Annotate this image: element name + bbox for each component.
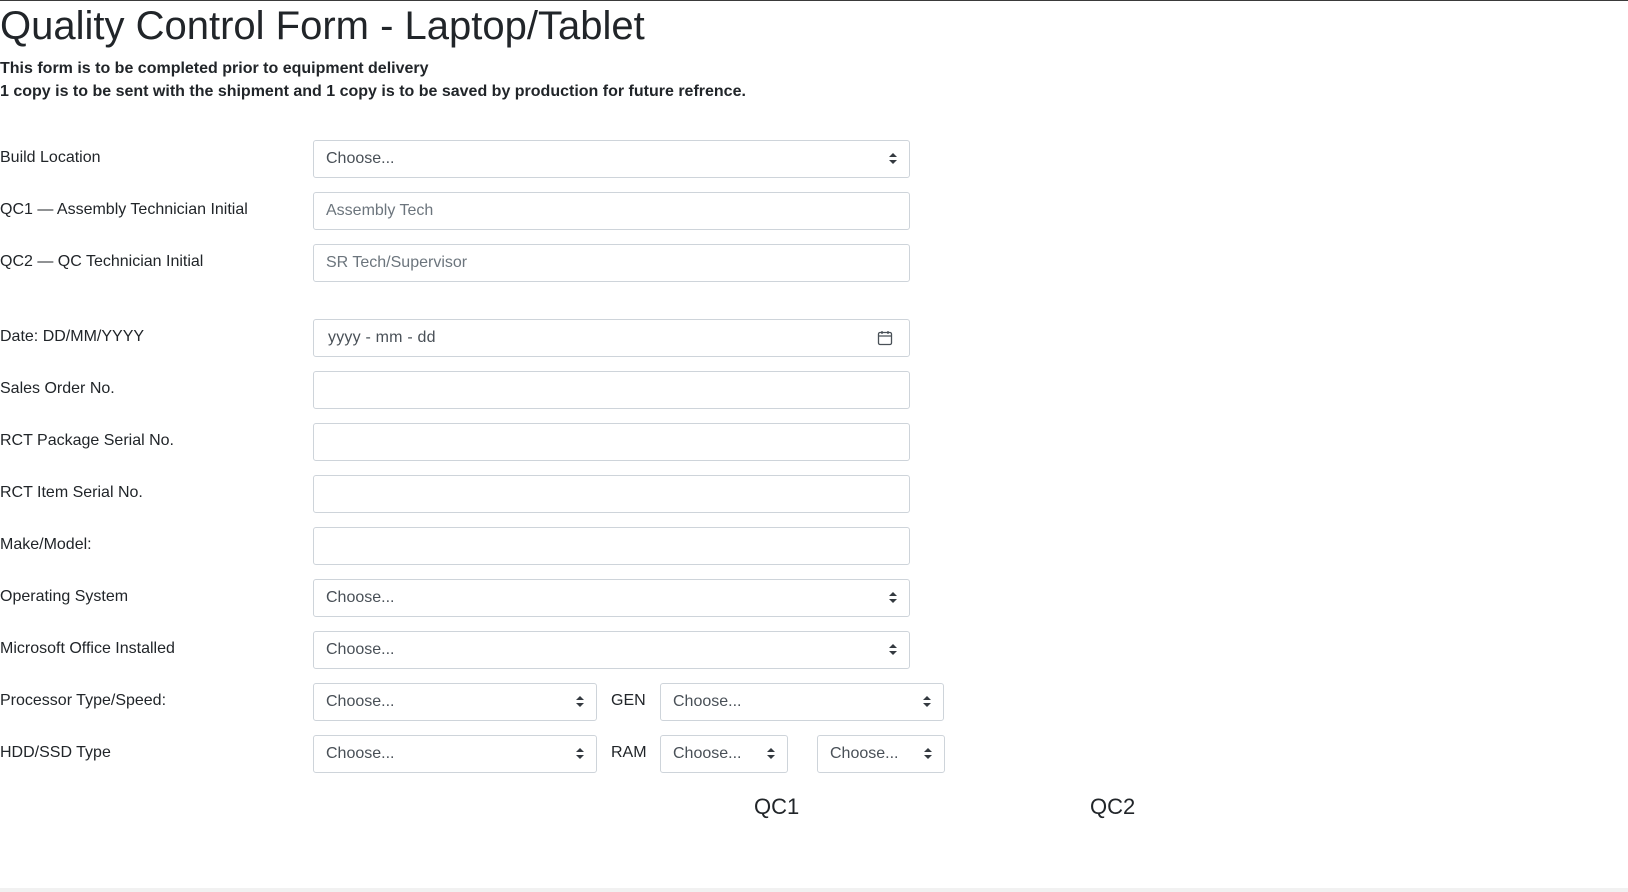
sales-order-label: Sales Order No.	[0, 380, 115, 397]
build-location-select[interactable]: Choose...	[313, 140, 910, 178]
operating-system-value: Choose...	[326, 589, 395, 606]
date-input[interactable]: yyyy - mm - dd	[313, 319, 910, 357]
ram-select[interactable]: Choose...	[660, 735, 788, 773]
gen-select[interactable]: Choose...	[660, 683, 944, 721]
ms-office-value: Choose...	[326, 641, 395, 658]
intro-copy-note: 1 copy is to be sent with the shipment a…	[0, 83, 746, 100]
storage-select[interactable]: Choose...	[313, 735, 597, 773]
chevron-up-down-icon	[576, 696, 584, 708]
chevron-up-down-icon	[576, 748, 584, 760]
ms-office-label: Microsoft Office Installed	[0, 640, 175, 657]
ram-secondary-select[interactable]: Choose...	[817, 735, 945, 773]
chevron-up-down-icon	[923, 696, 931, 708]
build-location-label: Build Location	[0, 149, 101, 166]
page-title: Quality Control Form - Laptop/Tablet	[0, 4, 645, 48]
processor-label: Processor Type/Speed:	[0, 692, 167, 709]
ram-value: Choose...	[673, 745, 742, 762]
rct-item-serial-input[interactable]	[313, 475, 910, 513]
gen-label: GEN	[611, 692, 646, 709]
qc1-initial-input[interactable]	[313, 192, 910, 230]
make-model-input[interactable]	[313, 527, 910, 565]
chevron-up-down-icon	[889, 153, 897, 165]
make-model-label: Make/Model:	[0, 536, 92, 553]
intro-instructions: This form is to be completed prior to eq…	[0, 60, 429, 77]
storage-value: Choose...	[326, 745, 395, 762]
qc1-initial-label: QC1 — Assembly Technician Initial	[0, 201, 248, 218]
qc2-column-heading: QC2	[1090, 794, 1136, 819]
qc2-initial-label: QC2 — QC Technician Initial	[0, 253, 204, 270]
sales-order-input[interactable]	[313, 371, 910, 409]
chevron-up-down-icon	[924, 748, 932, 760]
operating-system-select[interactable]: Choose...	[313, 579, 910, 617]
chevron-up-down-icon	[889, 644, 897, 656]
build-location-value: Choose...	[326, 150, 395, 167]
rct-package-serial-input[interactable]	[313, 423, 910, 461]
ram-label: RAM	[611, 744, 647, 761]
ms-office-select[interactable]: Choose...	[313, 631, 910, 669]
top-border	[0, 0, 1628, 1]
processor-select[interactable]: Choose...	[313, 683, 597, 721]
processor-value: Choose...	[326, 693, 395, 710]
viewport-bottom-edge	[0, 888, 1628, 892]
chevron-up-down-icon	[767, 748, 775, 760]
date-value: yyyy - mm - dd	[328, 329, 436, 346]
rct-item-serial-label: RCT Item Serial No.	[0, 484, 143, 501]
ram-secondary-value: Choose...	[830, 745, 899, 762]
calendar-icon[interactable]	[877, 330, 893, 346]
chevron-up-down-icon	[889, 592, 897, 604]
qc1-column-heading: QC1	[754, 794, 800, 819]
operating-system-label: Operating System	[0, 588, 129, 605]
qc2-initial-input[interactable]	[313, 244, 910, 282]
storage-label: HDD/SSD Type	[0, 744, 111, 761]
date-label: Date: DD/MM/YYYY	[0, 328, 145, 345]
rct-package-serial-label: RCT Package Serial No.	[0, 432, 174, 449]
gen-value: Choose...	[673, 693, 742, 710]
